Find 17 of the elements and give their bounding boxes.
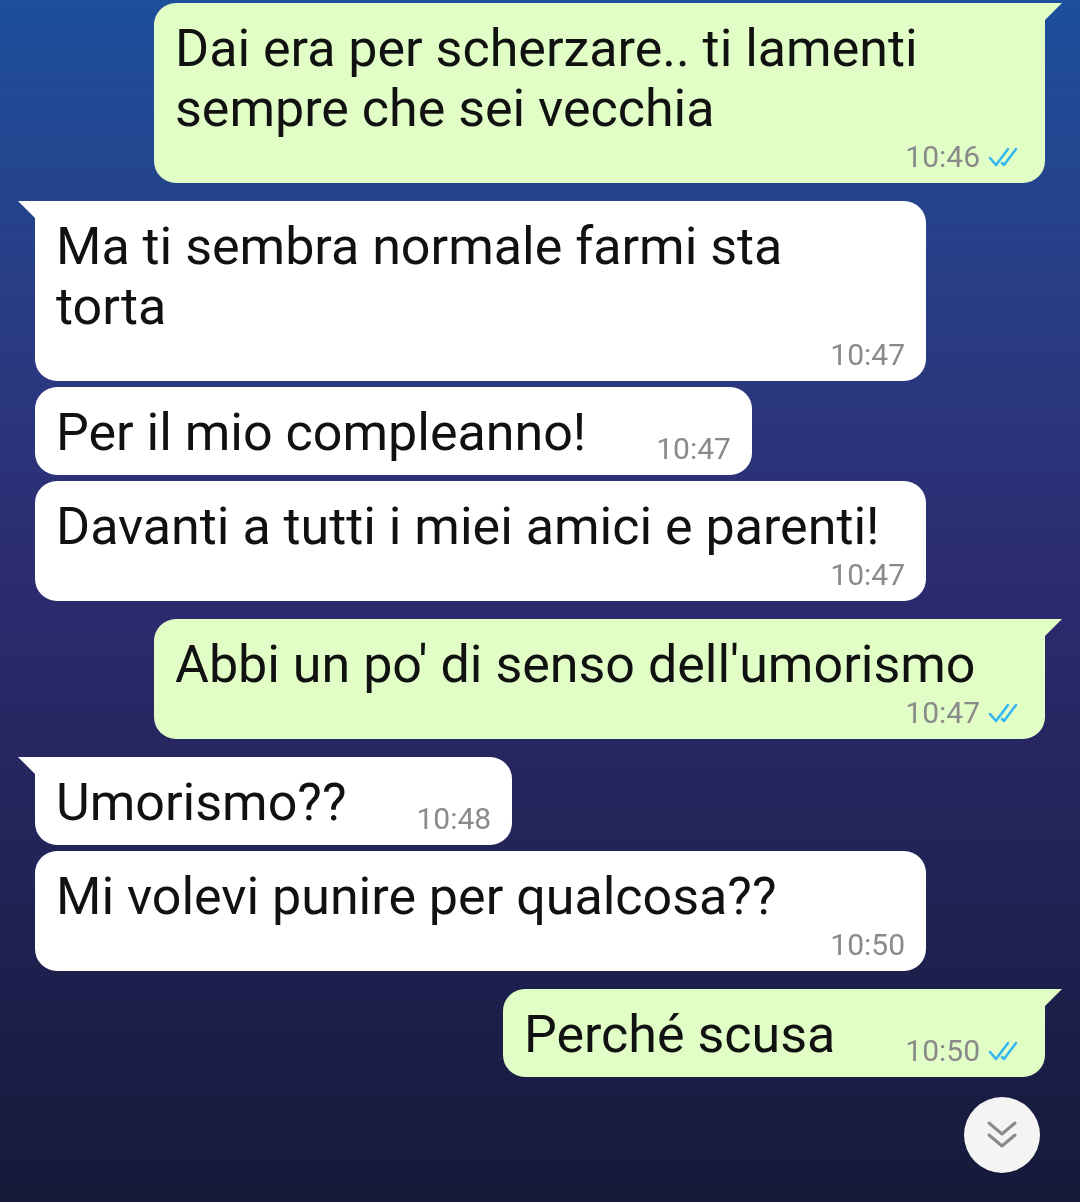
- message-time: 10:47: [830, 337, 905, 373]
- message-time: 10:50: [905, 1033, 980, 1069]
- message-text: Mi volevi punire per qualcosa??: [56, 867, 777, 927]
- message-time: 10:46: [905, 139, 980, 175]
- message-time: 10:48: [416, 801, 492, 837]
- double-chevron-down-icon: [986, 1120, 1018, 1150]
- message-text: Ma ti sembra normale farmi sta torta: [56, 217, 784, 337]
- message-text: Perché scusa: [523, 1005, 836, 1065]
- message-text: Per il mio compleanno!: [56, 403, 587, 463]
- message-text: Davanti a tutti i miei amici e parenti!: [56, 497, 880, 557]
- message-time: 10:47: [830, 557, 905, 593]
- message-time: 10:47: [656, 431, 731, 467]
- message-time: 10:50: [830, 927, 905, 963]
- message-text: Umorismo??: [56, 773, 347, 833]
- message-time: 10:47: [905, 695, 980, 731]
- message-text: Dai era per scherzare.. ti lamenti sempre che sei vecchia: [175, 19, 919, 139]
- message-text: Abbi un po' di senso dell'umorismo: [175, 635, 976, 695]
